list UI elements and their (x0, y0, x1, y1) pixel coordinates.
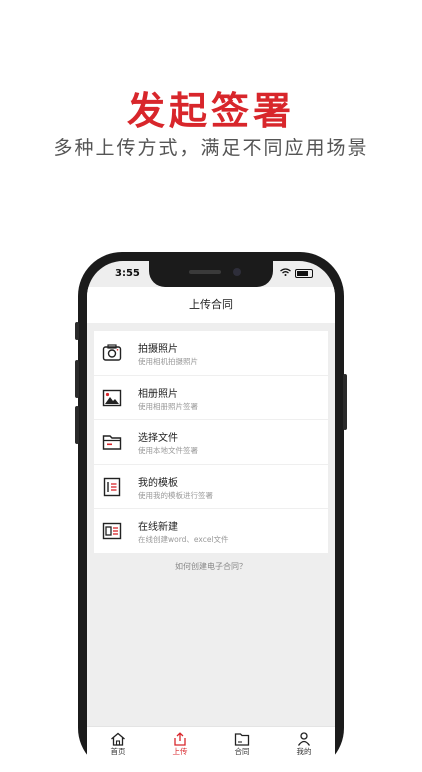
phone-screen: 3:55 上传合同 拍摄照片 使用相机拍摄照片 相册照片 使用相册照片签署 选择… (87, 261, 335, 772)
upload-method-list: 拍摄照片 使用相机拍摄照片 相册照片 使用相册照片签署 选择文件 使用本地文件签… (94, 331, 328, 553)
promo-subtitle: 多种上传方式，满足不同应用场景 (53, 137, 369, 159)
menu-item-desc: 在线创建word、excel文件 (138, 535, 229, 544)
menu-item-title: 我的模板 (138, 477, 178, 489)
create-online-icon (102, 521, 122, 541)
menu-item-album-photo[interactable]: 相册照片 使用相册照片签署 (94, 376, 328, 420)
template-icon (102, 477, 122, 497)
menu-item-take-photo[interactable]: 拍摄照片 使用相机拍摄照片 (94, 331, 328, 376)
tab-bar: 首页 上传 合同 我的 (87, 726, 335, 772)
page-header: 上传合同 (87, 287, 335, 323)
menu-item-title: 在线新建 (138, 522, 178, 533)
menu-item-title: 相册照片 (138, 388, 178, 400)
help-link[interactable]: 如何创建电子合同？ (87, 561, 335, 572)
upload-icon (172, 731, 188, 746)
home-icon (110, 731, 126, 746)
promo-title: 发起签署 (126, 89, 295, 133)
folder-icon (102, 432, 122, 452)
menu-item-desc: 使用本地文件签署 (138, 446, 198, 455)
camera-icon (102, 343, 122, 363)
menu-item-desc: 使用相机拍摄照片 (138, 357, 198, 366)
contract-folder-icon (234, 731, 250, 746)
front-camera-icon (233, 268, 241, 276)
phone-frame: 3:55 上传合同 拍摄照片 使用相机拍摄照片 相册照片 使用相册照片签署 选择… (75, 252, 347, 772)
user-icon (296, 731, 312, 746)
phone-volume-down-button (75, 406, 79, 444)
menu-item-title: 选择文件 (138, 433, 178, 444)
status-time: 3:55 (115, 268, 140, 279)
tab-label: 首页 (110, 747, 126, 756)
menu-item-title: 拍摄照片 (138, 344, 178, 355)
menu-item-desc: 使用相册照片签署 (138, 401, 198, 411)
battery-icon (295, 269, 313, 278)
tab-label: 合同 (234, 747, 250, 756)
tab-label: 我的 (296, 747, 312, 756)
phone-volume-up-button (75, 360, 79, 398)
wifi-icon (280, 268, 291, 279)
photo-album-icon (102, 388, 122, 408)
menu-item-desc: 使用我的模板进行签署 (138, 490, 213, 500)
phone-power-button (343, 374, 347, 430)
phone-mute-button (75, 322, 79, 340)
speaker-icon (189, 270, 221, 274)
tab-label: 上传 (172, 747, 188, 756)
page-title: 上传合同 (189, 298, 233, 311)
menu-item-create-online[interactable]: 在线新建 在线创建word、excel文件 (94, 509, 328, 553)
menu-item-select-file[interactable]: 选择文件 使用本地文件签署 (94, 420, 328, 465)
phone-notch (149, 261, 273, 287)
menu-item-my-template[interactable]: 我的模板 使用我的模板进行签署 (94, 465, 328, 509)
